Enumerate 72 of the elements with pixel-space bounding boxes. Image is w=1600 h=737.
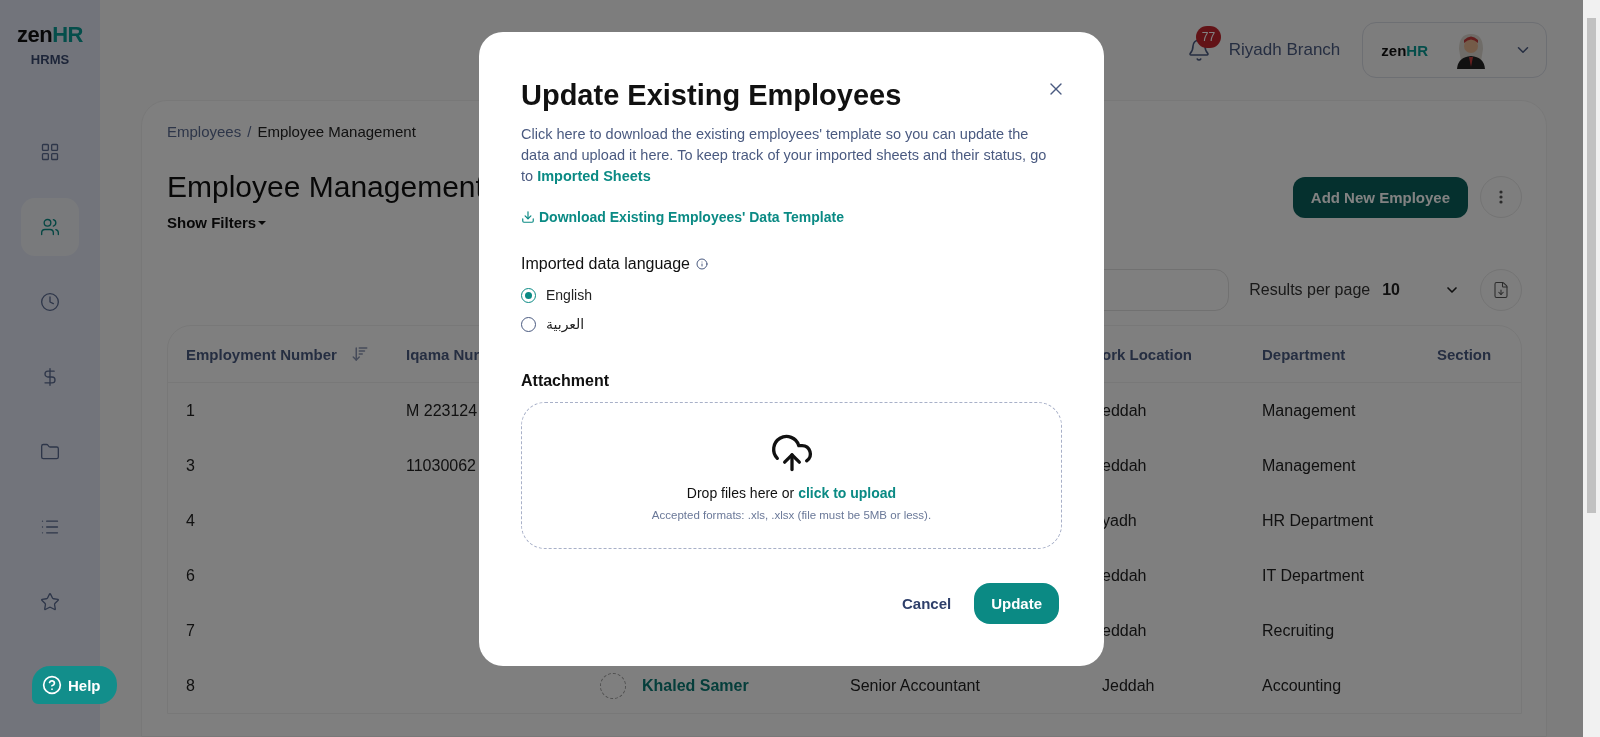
table-cell: 3 [186, 456, 195, 475]
company-logo: zenHR [1381, 41, 1428, 59]
table-cell: Jeddah [1102, 676, 1155, 695]
export-button[interactable] [1480, 269, 1522, 311]
avatar-icon [1454, 31, 1488, 69]
brand-logo: zenHR [17, 22, 83, 48]
people-icon [40, 217, 60, 237]
table-cell: IT Department [1262, 566, 1364, 585]
scrollbar[interactable] [1583, 0, 1600, 737]
table-cell: M 223124 [406, 401, 478, 420]
breadcrumb-item: Employee Management [257, 123, 416, 140]
file-drop-zone[interactable]: Drop files here or click to upload Accepted formats: .xls, .xlsx (file must be 5MB or less). [521, 402, 1062, 549]
table-cell: Recruiting [1262, 621, 1335, 640]
drop-instructions: Drop files here or click to upload [686, 484, 897, 501]
imported-sheets-link[interactable]: Imported Sheets [537, 168, 651, 184]
table-cell: 4 [186, 511, 195, 530]
table-cell: HR Department [1262, 511, 1374, 530]
employee-name-link[interactable]: Khaled Samer [642, 676, 749, 695]
sidebar-item[interactable] [21, 198, 79, 256]
results-per-page-label: Results per page [1249, 281, 1371, 299]
language-label: Imported data language [521, 255, 690, 273]
page-title: Employee Management [167, 170, 484, 204]
table-cell: 11030062 [406, 456, 476, 475]
table-cell: yadh [1102, 511, 1137, 530]
column-header[interactable]: Employment Number [186, 345, 337, 363]
column-header[interactable]: Iqama Nur [406, 345, 480, 363]
radio-label: English [546, 287, 592, 303]
table-cell: Accounting [1262, 676, 1342, 695]
file-download-icon [1492, 281, 1510, 299]
table-cell: 1 [186, 401, 195, 420]
grid-icon [40, 142, 60, 162]
radio-label: العربية [546, 316, 585, 332]
show-filters-button[interactable]: Show Filters [167, 214, 269, 231]
branch-name: Riyadh Branch [1228, 40, 1341, 60]
column-header[interactable]: Department [1262, 345, 1346, 363]
format-hint: Accepted formats: .xls, .xlsx (file must be 5MB or less). [651, 508, 932, 521]
caret-icon [256, 218, 269, 227]
dialog-title: Update Existing Employees [521, 79, 902, 112]
update-button[interactable]: Update [974, 583, 1059, 624]
attachment-label: Attachment [521, 372, 609, 389]
table-cell: 8 [186, 676, 195, 695]
table-cell: eddah [1102, 401, 1147, 420]
notification-badge: 77 [1195, 26, 1222, 48]
product-name: HRMS [30, 52, 70, 67]
dialog-description: Click here to download the existing employees' template so you can update the data and upload it here. To keep track of your imported sheets and their status, go to Imported Sheets [521, 125, 1048, 186]
download-icon [521, 210, 535, 224]
download-template-link[interactable]: Download Existing Employees' Data Template [521, 209, 1062, 225]
breadcrumb-item[interactable]: Employees [167, 123, 242, 140]
info-icon[interactable] [696, 258, 708, 270]
table-cell: 7 [186, 621, 195, 640]
table-cell: eddah [1102, 456, 1147, 475]
more-button[interactable] [1480, 176, 1522, 218]
folder-icon [40, 442, 60, 462]
table-cell: eddah [1102, 621, 1147, 640]
breadcrumb-separator: / [247, 123, 252, 140]
table-cell: Management [1262, 456, 1356, 475]
cancel-button[interactable]: Cancel [895, 594, 958, 613]
column-header[interactable]: Section [1437, 345, 1492, 363]
results-per-page-select[interactable]: 10 [1382, 281, 1460, 299]
help-button[interactable]: Help [32, 666, 117, 704]
profile-menu[interactable]: zenHR [1362, 22, 1547, 78]
clock-icon [40, 292, 60, 312]
table-cell: Senior Accountant [850, 676, 980, 695]
sort-icon[interactable] [350, 345, 369, 363]
table-cell: Management [1262, 401, 1356, 420]
table-cell: eddah [1102, 566, 1147, 585]
help-icon [42, 675, 62, 695]
kebab-icon [1499, 190, 1503, 204]
add-employee-button[interactable]: Add New Employee [1292, 176, 1468, 218]
table-cell: 6 [186, 566, 195, 585]
star-icon [40, 592, 60, 612]
upload-link[interactable]: click to upload [798, 484, 897, 501]
